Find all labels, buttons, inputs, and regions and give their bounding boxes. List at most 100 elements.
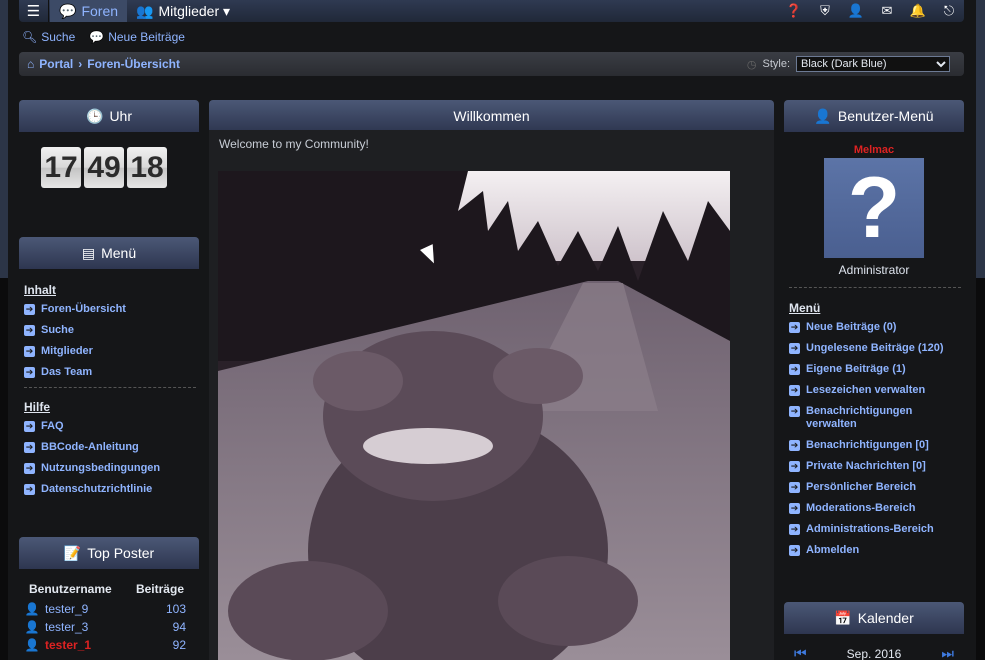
style-select[interactable]: Black (Dark Blue) bbox=[796, 56, 950, 72]
user-menu-item-benachrichtigungen-verwalten[interactable]: ➔ Benachrichtigungen verwalten bbox=[789, 405, 961, 431]
tab-foren[interactable]: 💬 Foren bbox=[50, 0, 128, 22]
user-menu-item-moderations-bereich[interactable]: ➔ Moderations-Bereich bbox=[789, 502, 961, 515]
arrow-right-icon: ➔ bbox=[24, 367, 35, 378]
chat-bubbles-icon: 💬 bbox=[89, 30, 105, 44]
clock-icon: 🕒 bbox=[86, 107, 104, 124]
user-role: Administrator bbox=[838, 263, 910, 277]
calendar-icon: 📅 bbox=[834, 609, 852, 626]
arrow-right-icon: ➔ bbox=[789, 385, 800, 396]
menu-item-nutzungsbedingungen[interactable]: ➔ Nutzungsbedingungen bbox=[24, 462, 196, 475]
user-menu-title: Benutzer-Menü bbox=[837, 108, 934, 124]
poster-name[interactable]: tester_3 bbox=[40, 620, 146, 634]
user-menu-item-ungelesene[interactable]: ➔ Ungelesene Beiträge (120) bbox=[789, 342, 961, 355]
menu-item-datenschutz[interactable]: ➔ Datenschutzrichtlinie bbox=[24, 483, 196, 496]
menu-item-foren-uebersicht[interactable]: ➔ Foren-Übersicht bbox=[24, 303, 196, 316]
mail-icon[interactable]: ✉ bbox=[878, 3, 896, 19]
bell-icon[interactable]: 🔔 bbox=[909, 3, 927, 19]
top-poster-header-row: Benutzername Beiträge bbox=[24, 582, 186, 596]
clock-minutes: 49 bbox=[84, 147, 124, 188]
arrow-right-icon: ➔ bbox=[789, 482, 800, 493]
user-menu-item-persoenlicher-bereich[interactable]: ➔ Persönlicher Bereich bbox=[789, 481, 961, 494]
tab-mitglieder[interactable]: 👥 Mitglieder ▾ bbox=[127, 0, 239, 22]
top-right-icons: ❓ ⛨ 👤 ✉ 🔔 ⎋ bbox=[785, 0, 958, 22]
avatar[interactable]: ? bbox=[824, 158, 924, 258]
user-menu-item-abmelden[interactable]: ➔ Abmelden bbox=[789, 544, 961, 557]
welcome-text: Welcome to my Community! bbox=[219, 137, 369, 151]
calendar-title: Kalender bbox=[857, 610, 914, 626]
user-menu-item-lesezeichen[interactable]: ➔ Lesezeichen verwalten bbox=[789, 384, 961, 397]
menu-item-bbcode[interactable]: ➔ BBCode-Anleitung bbox=[24, 441, 196, 454]
help-icon[interactable]: ❓ bbox=[785, 3, 803, 19]
notepad-icon: 📝 bbox=[63, 544, 82, 561]
table-row: 👤 tester_3 94 bbox=[24, 618, 186, 636]
user-icon[interactable]: 👤 bbox=[847, 3, 865, 19]
arrow-right-icon: ➔ bbox=[789, 545, 800, 556]
arrow-right-icon: ➔ bbox=[789, 440, 800, 451]
arrow-right-icon: ➔ bbox=[24, 304, 35, 315]
calendar-month-label: Sep. 2016 bbox=[846, 646, 902, 660]
user-menu-item-administrations-bereich[interactable]: ➔ Administrations-Bereich bbox=[789, 523, 961, 536]
left-menu-list: Inhalt ➔ Foren-Übersicht ➔ Suche ➔ Mitglied… bbox=[24, 283, 196, 504]
welcome-image bbox=[218, 171, 730, 660]
top-navigation-bar: ☰ 💬 Foren 👥 Mitglieder ▾ ❓ ⛨ 👤 ✉ 🔔 ⎋ bbox=[19, 0, 964, 22]
user-avatar-icon: 👤 bbox=[24, 602, 40, 616]
search-link[interactable]: 🔍︎ Suche bbox=[22, 30, 75, 44]
menu-item-suche[interactable]: ➔ Suche bbox=[24, 324, 196, 337]
welcome-title: Willkommen bbox=[453, 108, 530, 124]
current-username[interactable]: Melmac bbox=[784, 144, 964, 156]
menu-item-mitglieder[interactable]: ➔ Mitglieder bbox=[24, 345, 196, 358]
arrow-right-icon: ➔ bbox=[24, 421, 35, 432]
breadcrumb-separator-icon: › bbox=[78, 57, 83, 71]
new-posts-link[interactable]: 💬 Neue Beiträge bbox=[89, 30, 185, 44]
search-icon: 🔍︎ bbox=[22, 30, 38, 44]
arrow-right-icon: ➔ bbox=[789, 343, 800, 354]
hamburger-menu-icon[interactable]: ☰ bbox=[19, 0, 49, 22]
user-menu-group-title: Menü bbox=[789, 301, 821, 315]
arrow-right-icon: ➔ bbox=[789, 364, 800, 375]
breadcrumb-overview-link[interactable]: Foren-Übersicht bbox=[87, 57, 180, 71]
digital-clock: 17 49 18 bbox=[41, 147, 167, 188]
question-mark-icon: ? bbox=[847, 159, 901, 256]
user-avatar-icon: 👤 bbox=[24, 638, 40, 652]
background-left-gutter bbox=[0, 278, 8, 660]
calendar-box-header: 📅 Kalender bbox=[784, 602, 964, 634]
poster-count: 94 bbox=[172, 620, 186, 634]
poster-name[interactable]: tester_1 bbox=[40, 638, 146, 652]
users-icon: 👥 bbox=[136, 2, 154, 19]
menu-group-help-title: Hilfe bbox=[24, 400, 51, 414]
user-menu-item-private-nachrichten[interactable]: ➔ Private Nachrichten [0] bbox=[789, 460, 961, 473]
user-icon: 👤 bbox=[814, 107, 832, 124]
previous-month-icon[interactable]: ⏮ bbox=[794, 645, 807, 660]
user-menu-item-benachrichtigungen[interactable]: ➔ Benachrichtigungen [0] bbox=[789, 439, 961, 452]
welcome-box-header: Willkommen bbox=[209, 100, 774, 132]
user-menu-item-neue-beitraege[interactable]: ➔ Neue Beiträge (0) bbox=[789, 321, 961, 334]
next-month-icon[interactable]: ⏭ bbox=[941, 645, 954, 660]
shield-icon[interactable]: ⛨ bbox=[816, 3, 834, 19]
menu-item-faq[interactable]: ➔ FAQ bbox=[24, 420, 196, 433]
clock-small-icon: ◷ bbox=[746, 58, 757, 71]
home-icon: ⌂ bbox=[27, 57, 35, 71]
top-poster-table: Benutzername Beiträge 👤 tester_9 103 👤 t… bbox=[24, 582, 186, 654]
poster-name[interactable]: tester_9 bbox=[40, 602, 146, 616]
menu-box-header: ▤ Menü bbox=[19, 237, 199, 269]
top-poster-title: Top Poster bbox=[87, 545, 155, 561]
column-header-username: Benutzername bbox=[29, 582, 112, 596]
clock-box-title: Uhr bbox=[109, 108, 132, 124]
user-menu-box-header: 👤 Benutzer-Menü bbox=[784, 100, 964, 132]
logout-icon[interactable]: ⎋ bbox=[940, 3, 958, 19]
poster-count: 103 bbox=[165, 602, 186, 616]
breadcrumb-portal-link[interactable]: Portal bbox=[39, 57, 73, 71]
sub-navigation: 🔍︎ Suche 💬 Neue Beiträge bbox=[22, 30, 185, 44]
column-header-posts: Beiträge bbox=[135, 582, 184, 596]
arrow-right-icon: ➔ bbox=[24, 484, 35, 495]
arrow-right-icon: ➔ bbox=[789, 503, 800, 514]
table-row: 👤 tester_9 103 bbox=[24, 600, 186, 618]
menu-item-das-team[interactable]: ➔ Das Team bbox=[24, 366, 196, 379]
user-menu-item-eigene[interactable]: ➔ Eigene Beiträge (1) bbox=[789, 363, 961, 376]
arrow-right-icon: ➔ bbox=[24, 442, 35, 453]
clock-seconds: 18 bbox=[127, 147, 167, 188]
arrow-right-icon: ➔ bbox=[24, 463, 35, 474]
top-poster-box-header: 📝 Top Poster bbox=[19, 537, 199, 569]
arrow-right-icon: ➔ bbox=[789, 461, 800, 472]
clock-box-header: 🕒 Uhr bbox=[19, 100, 199, 132]
